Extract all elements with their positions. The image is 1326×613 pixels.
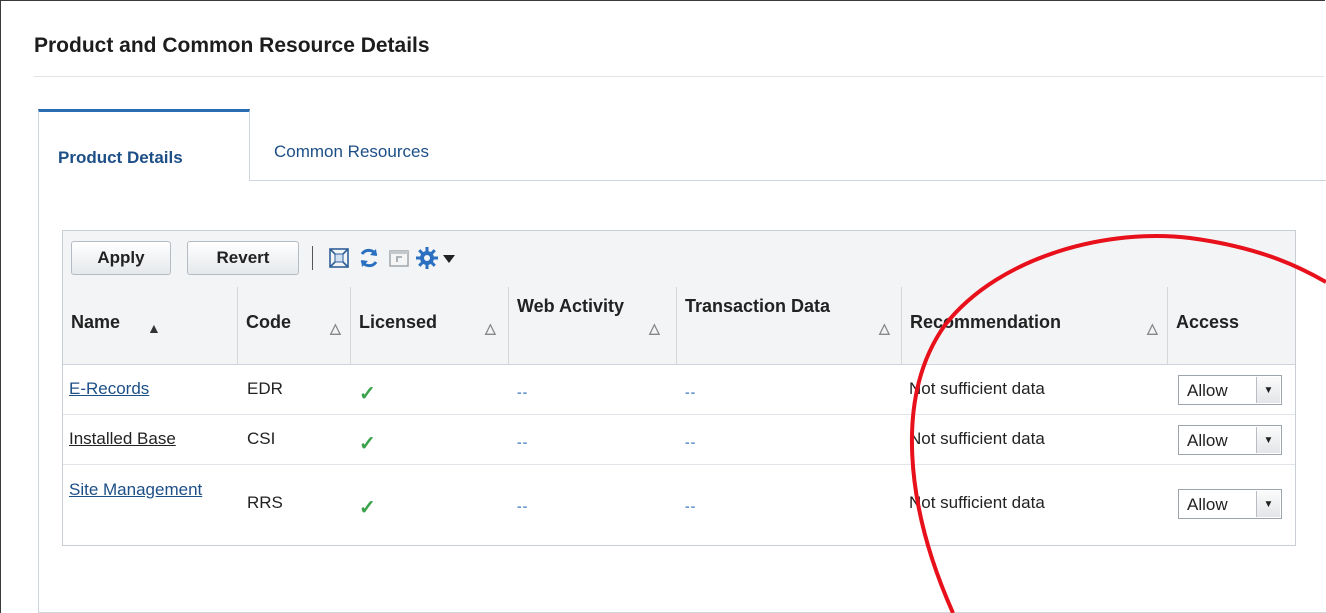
restore-icon[interactable]: [387, 246, 411, 270]
sort-ascending-icon[interactable]: ▲: [147, 320, 161, 336]
table-toolbar: Apply Revert: [63, 231, 1295, 288]
table-row: Installed Base CSI ✓ -- -- Not sufficien…: [63, 415, 1295, 465]
revert-button[interactable]: Revert: [187, 241, 299, 275]
transaction-data-value: --: [685, 384, 697, 400]
sort-icon[interactable]: △: [879, 320, 890, 337]
tab-product-details[interactable]: Product Details: [38, 109, 250, 181]
product-code: EDR: [247, 379, 283, 398]
column-header-name[interactable]: Name ▲: [63, 287, 238, 364]
web-activity-value: --: [517, 498, 529, 514]
dropdown-arrow-icon[interactable]: [441, 246, 457, 270]
chevron-down-icon[interactable]: ▼: [1256, 427, 1280, 453]
recommendation-text: Not sufficient data: [909, 493, 1045, 512]
recommendation-text: Not sufficient data: [909, 429, 1045, 448]
refresh-icon[interactable]: [357, 246, 381, 270]
access-select[interactable]: Allow ▼: [1178, 375, 1282, 405]
access-select[interactable]: Allow ▼: [1178, 489, 1282, 519]
page-title: Product and Common Resource Details: [34, 34, 430, 57]
web-activity-value: --: [517, 434, 529, 450]
sort-icon[interactable]: △: [649, 320, 660, 337]
product-name[interactable]: Installed Base: [69, 429, 176, 449]
product-name-link[interactable]: Site Management: [69, 479, 219, 501]
table-row: E-Records EDR ✓ -- -- Not sufficient dat…: [63, 365, 1295, 415]
column-header-code[interactable]: Code △: [238, 287, 351, 364]
transaction-data-value: --: [685, 498, 697, 514]
tab-label: Product Details: [58, 148, 183, 167]
chevron-down-icon[interactable]: ▼: [1256, 491, 1280, 517]
licensed-check-icon: ✓: [359, 497, 376, 519]
column-header-licensed[interactable]: Licensed △: [351, 287, 509, 364]
access-select[interactable]: Allow ▼: [1178, 425, 1282, 455]
sort-icon[interactable]: △: [485, 320, 496, 337]
tab-common-resources[interactable]: Common Resources: [250, 109, 540, 181]
detach-icon[interactable]: [327, 246, 351, 270]
product-code: CSI: [247, 429, 276, 448]
product-code: RRS: [247, 493, 283, 512]
product-name-link[interactable]: E-Records: [69, 379, 149, 399]
table-row: Site Management RRS ✓ -- -- Not sufficie…: [63, 465, 1295, 545]
title-divider: [34, 76, 1324, 77]
column-header-access: Access: [1176, 312, 1240, 332]
tab-label: Common Resources: [274, 142, 429, 161]
apply-button[interactable]: Apply: [71, 241, 171, 275]
sort-icon[interactable]: △: [1147, 320, 1158, 337]
web-activity-value: --: [517, 384, 529, 400]
sort-icon[interactable]: △: [330, 320, 341, 337]
column-header-transaction-data[interactable]: Transaction Data △: [677, 287, 902, 364]
chevron-down-icon[interactable]: ▼: [1256, 377, 1280, 403]
licensed-check-icon: ✓: [359, 383, 376, 405]
gear-icon[interactable]: [415, 246, 439, 270]
table-header: Name ▲ Code △ Licensed △ Web Activity △ …: [63, 287, 1295, 365]
product-table: Apply Revert Name ▲ Code △ Licensed △ We…: [62, 230, 1296, 546]
toolbar-separator: [312, 246, 313, 270]
column-header-web-activity[interactable]: Web Activity △: [509, 287, 677, 364]
recommendation-text: Not sufficient data: [909, 379, 1045, 398]
licensed-check-icon: ✓: [359, 433, 376, 455]
transaction-data-value: --: [685, 434, 697, 450]
column-header-recommendation[interactable]: Recommendation △: [902, 287, 1168, 364]
